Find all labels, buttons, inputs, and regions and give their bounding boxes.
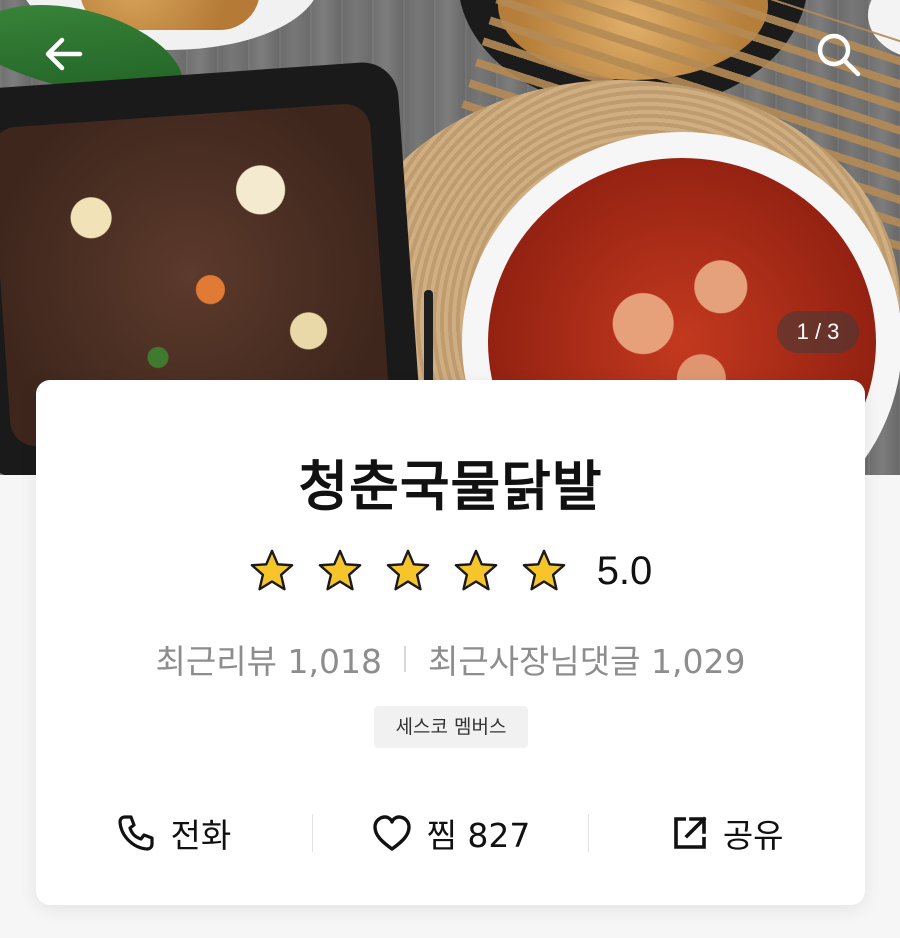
cesco-member-badge: 세스코 멤버스 xyxy=(374,706,528,748)
star-icon xyxy=(454,549,498,591)
share-button[interactable]: 공유 xyxy=(589,809,865,857)
recent-owner-comments-count[interactable]: 최근사장님댓글 1,029 xyxy=(428,635,745,683)
stats-divider xyxy=(403,646,406,672)
gallery-page-indicator: 1 / 3 xyxy=(777,311,859,353)
recent-reviews-count[interactable]: 최근리뷰 1,018 xyxy=(156,635,382,683)
heart-icon xyxy=(372,815,411,851)
call-button[interactable]: 전화 xyxy=(36,809,312,857)
action-bar: 전화 찜 827 공유 xyxy=(36,798,865,868)
star-icon xyxy=(522,549,566,591)
store-info-card: 청춘국물닭발 5.0 최근리뷰 1,018 최근사장님댓글 1,029 세스코 … xyxy=(36,380,865,905)
favorite-label: 찜 827 xyxy=(426,816,531,855)
favorite-button[interactable]: 찜 827 xyxy=(313,809,589,857)
search-button[interactable] xyxy=(812,28,864,80)
search-icon xyxy=(817,33,861,77)
call-label: 전화 xyxy=(170,816,232,855)
rating-row: 5.0 xyxy=(36,548,865,594)
back-button[interactable] xyxy=(40,30,88,78)
star-icon xyxy=(318,549,362,591)
arrow-left-icon xyxy=(45,37,83,71)
star-icon xyxy=(250,549,294,591)
rating-value: 5.0 xyxy=(596,548,653,593)
star-icon xyxy=(386,549,430,591)
store-name: 청춘국물닭발 xyxy=(298,455,603,518)
share-label: 공유 xyxy=(722,816,784,855)
review-stats: 최근리뷰 1,018 최근사장님댓글 1,029 xyxy=(36,635,865,683)
phone-icon xyxy=(118,815,155,851)
share-icon xyxy=(674,816,707,849)
